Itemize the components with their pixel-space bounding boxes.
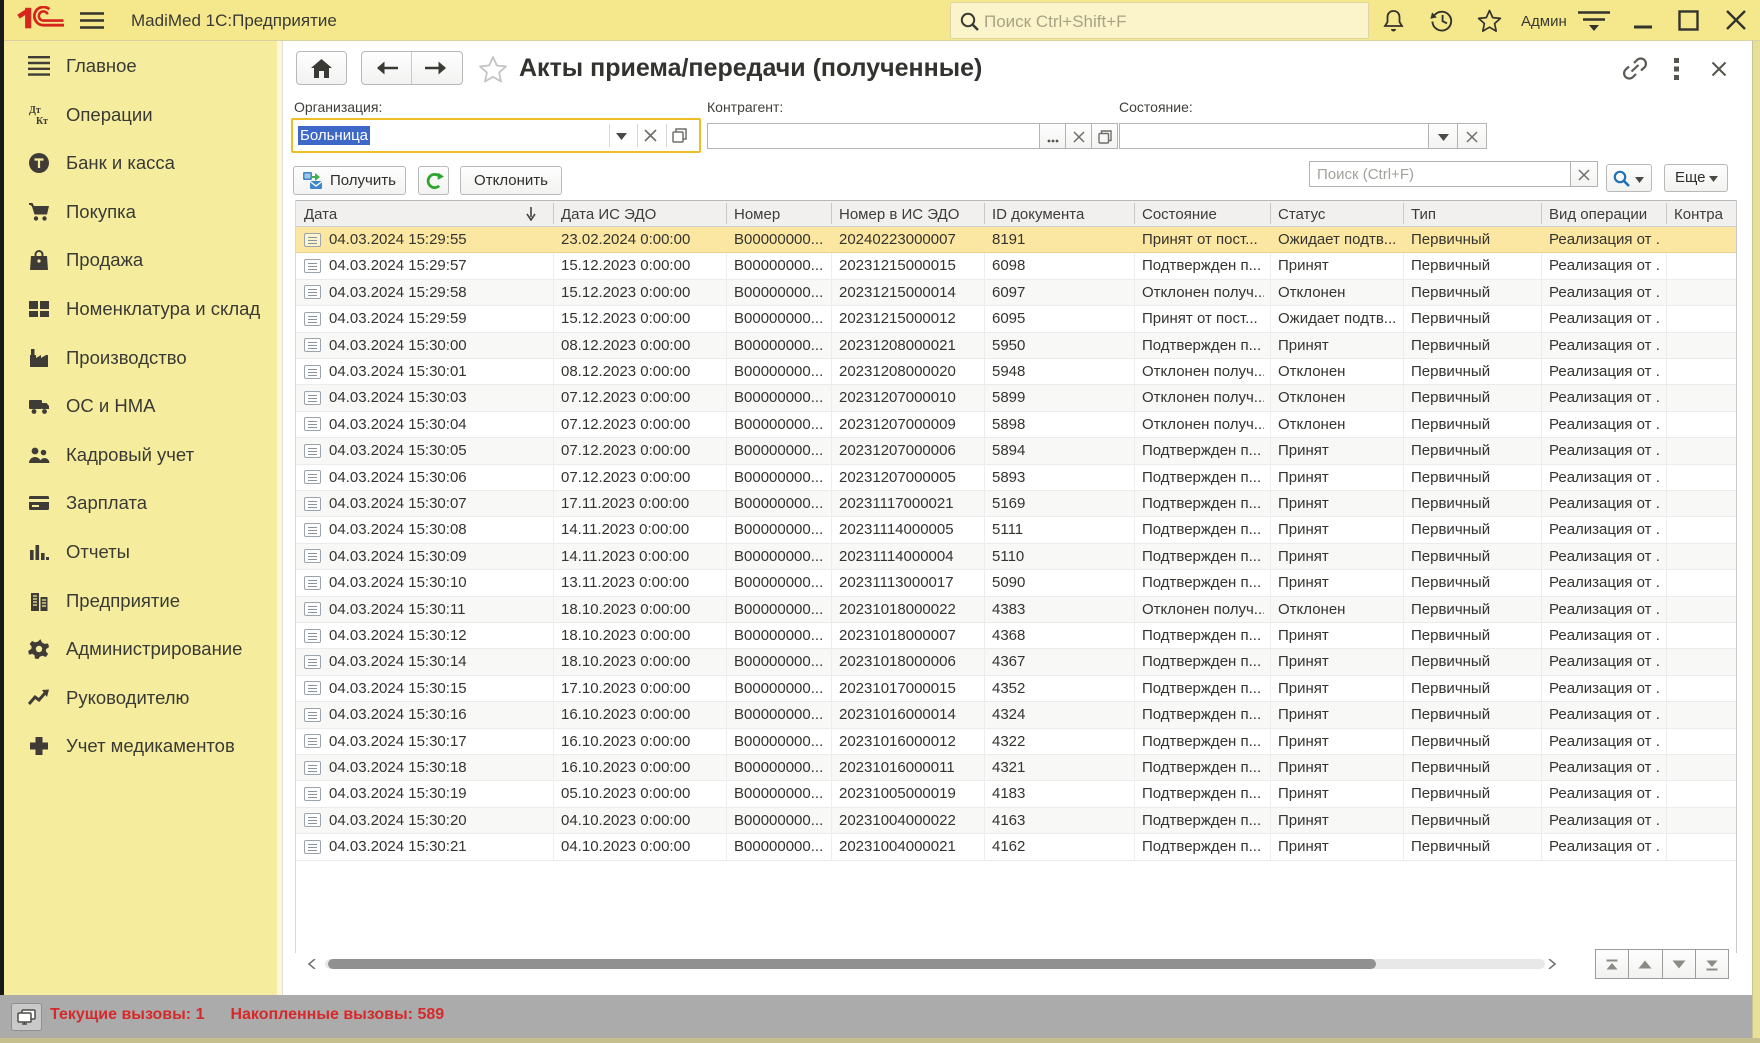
svg-text:Дт: Дт (29, 105, 41, 116)
svg-text:Кт: Кт (36, 116, 48, 126)
